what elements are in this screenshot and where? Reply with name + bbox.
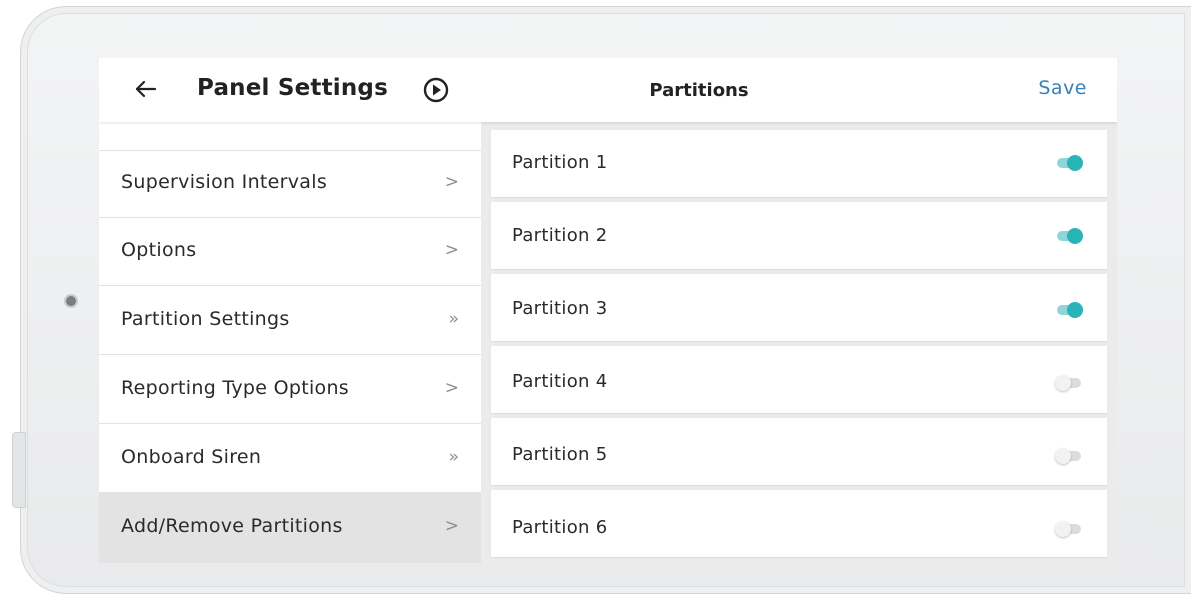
partitions-list: Partition 1 Partition 2 Partition 3 Part… — [481, 122, 1117, 563]
partition-toggle[interactable] — [1055, 299, 1085, 319]
camera-icon — [66, 296, 76, 306]
partition-label: Partition 2 — [512, 225, 608, 246]
partition-row: Partition 1 — [491, 130, 1107, 197]
partition-row: Partition 5 — [491, 418, 1107, 485]
top-bar: Panel Settings Partitions Save — [99, 58, 1117, 122]
double-chevron-right-icon: » — [448, 447, 459, 467]
menu-item-reporting-type-options[interactable]: Reporting Type Options > — [99, 356, 481, 424]
menu-item-add-remove-partitions[interactable]: Add/Remove Partitions > — [99, 493, 481, 563]
save-button[interactable]: Save — [1038, 77, 1087, 99]
chevron-right-icon: > — [444, 378, 459, 398]
chevron-right-icon: > — [444, 240, 459, 260]
screen: Panel Settings Partitions Save Supervisi… — [99, 58, 1117, 563]
menu-item-label: Supervision Intervals — [121, 171, 328, 193]
menu-item-partial[interactable] — [99, 122, 481, 151]
partition-row: Partition 2 — [491, 202, 1107, 269]
menu-item-onboard-siren[interactable]: Onboard Siren » — [99, 425, 481, 493]
arrow-left-icon[interactable] — [133, 76, 159, 102]
menu-item-partition-settings[interactable]: Partition Settings » — [99, 287, 481, 355]
partition-toggle[interactable] — [1055, 445, 1085, 465]
chevron-right-icon: > — [444, 172, 459, 192]
partition-label: Partition 6 — [512, 517, 608, 538]
menu-item-label: Reporting Type Options — [121, 377, 349, 399]
menu-item-options[interactable]: Options > — [99, 218, 481, 286]
chevron-right-icon: > — [444, 516, 459, 536]
double-chevron-right-icon: » — [448, 309, 459, 329]
partition-toggle[interactable] — [1055, 372, 1085, 392]
partition-label: Partition 5 — [512, 444, 608, 465]
partition-row: Partition 6 — [491, 490, 1107, 557]
partition-label: Partition 3 — [512, 298, 608, 319]
partition-label: Partition 4 — [512, 371, 608, 392]
partition-toggle[interactable] — [1055, 225, 1085, 245]
settings-menu: Supervision Intervals > Options > Partit… — [99, 122, 481, 563]
partition-label: Partition 1 — [512, 152, 608, 173]
menu-item-label: Onboard Siren — [121, 446, 262, 468]
partition-toggle[interactable] — [1055, 518, 1085, 538]
page-title: Partitions — [649, 80, 749, 101]
panel-settings-title: Panel Settings — [197, 75, 388, 101]
side-hardware-button — [12, 432, 26, 508]
menu-item-label: Add/Remove Partitions — [121, 515, 343, 537]
partition-toggle[interactable] — [1055, 152, 1085, 172]
menu-item-label: Partition Settings — [121, 308, 290, 330]
menu-item-supervision-intervals[interactable]: Supervision Intervals > — [99, 150, 481, 218]
play-circle-icon[interactable] — [423, 77, 449, 103]
menu-item-label: Options — [121, 239, 197, 261]
partition-row: Partition 4 — [491, 346, 1107, 413]
partition-row: Partition 3 — [491, 274, 1107, 341]
